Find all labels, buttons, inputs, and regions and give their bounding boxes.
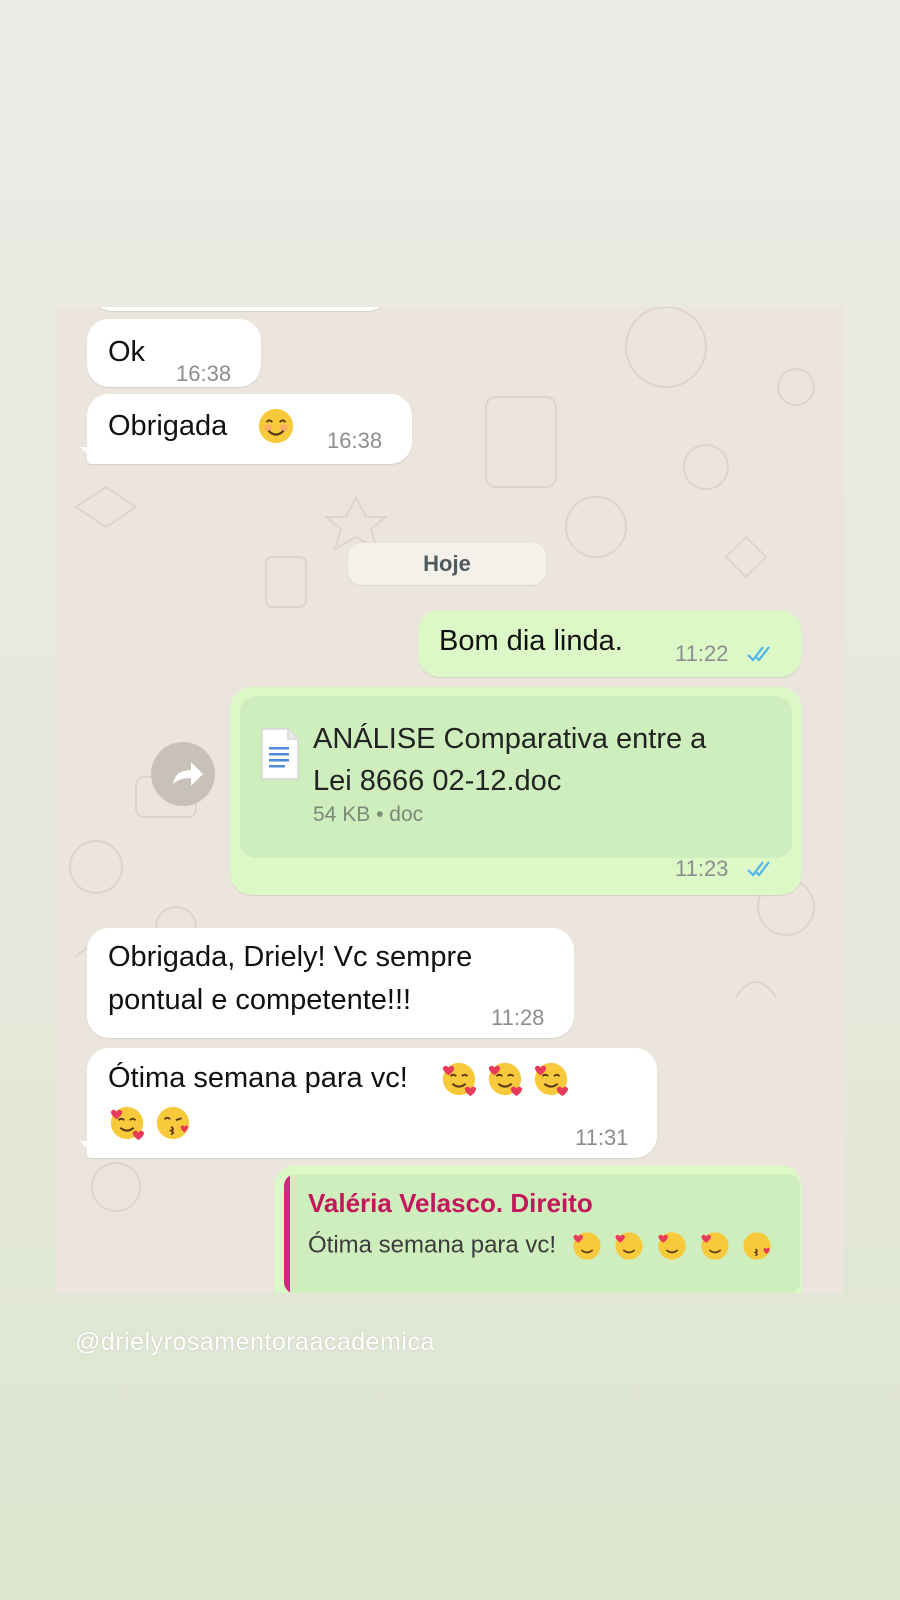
face-blowing-kiss-icon: [743, 1232, 772, 1260]
document-meta: 54 KB • doc: [313, 803, 423, 827]
share-arrow-icon: [173, 762, 203, 786]
document-icon: [261, 728, 299, 780]
smiling-face-with-hearts-icon: [534, 1062, 569, 1097]
smiling-face-with-hearts-icon: [658, 1232, 686, 1260]
date-divider: Hoje: [348, 543, 546, 585]
message-time: 16:38: [176, 361, 232, 386]
message-time: 11:23: [675, 856, 729, 881]
message-bubble-obrigada[interactable]: Obrigada 16:38: [87, 394, 412, 464]
chat-panel[interactable]: Ok 16:38 Obrigada 16:38 Hoje Bom dia lin…: [56, 307, 844, 1293]
read-receipt-icon: [747, 646, 770, 662]
message-time: 16:38: [327, 428, 383, 453]
message-text: Obrigada: [108, 410, 228, 442]
face-blowing-kiss-icon: [156, 1106, 190, 1140]
smiling-face-with-hearts-icon: [442, 1062, 477, 1097]
message-time: 11:31: [575, 1125, 629, 1150]
quoted-text-content: Ótima semana para vc!: [308, 1231, 557, 1259]
quote-accent-bar: [284, 1174, 290, 1293]
partial-message-bubble[interactable]: [90, 307, 390, 311]
message-text: Obrigada, Driely! Vc sempre: [108, 941, 473, 973]
smiling-face-with-hearts-icon: [110, 1106, 145, 1141]
meta-separator: •: [376, 803, 384, 826]
message-bubble-otima-semana[interactable]: Ótima semana para vc! 11:31: [87, 1048, 657, 1158]
message-text: Ok: [108, 336, 146, 368]
document-title-line2: Lei 8666 02-12.doc: [313, 765, 562, 797]
quoted-message[interactable]: Valéria Velasco. Direito Ótima semana pa…: [284, 1174, 800, 1293]
document-title-line1: ANÁLISE Comparativa entre a: [313, 723, 707, 755]
document-size: 54 KB: [313, 803, 371, 826]
document-message-bubble[interactable]: ANÁLISE Comparativa entre a Lei 8666 02-…: [230, 687, 802, 895]
quoted-text: Ótima semana para vc!: [308, 1230, 773, 1262]
forward-button[interactable]: [151, 742, 215, 806]
smiling-face-with-hearts-icon: [573, 1232, 601, 1260]
smiling-face-icon: [258, 408, 294, 444]
message-bubble-bom-dia[interactable]: Bom dia linda. 11:22: [418, 610, 802, 677]
message-text: Ótima semana para vc!: [108, 1062, 408, 1094]
document-type: doc: [389, 803, 424, 826]
date-divider-label: Hoje: [423, 551, 471, 576]
message-text: Bom dia linda.: [439, 625, 623, 657]
message-bubble-ok[interactable]: Ok 16:38: [87, 319, 261, 387]
account-watermark: @drielyrosamentoraacademica: [75, 1328, 435, 1356]
message-bubble-obrigada-driely[interactable]: Obrigada, Driely! Vc sempre pontual e co…: [87, 928, 574, 1038]
smiling-face-with-hearts-icon: [488, 1062, 523, 1097]
message-text-line2: pontual e competente!!!: [108, 984, 412, 1016]
reply-message-bubble[interactable]: Valéria Velasco. Direito Ótima semana pa…: [274, 1165, 802, 1293]
smiling-face-with-hearts-icon: [615, 1232, 644, 1260]
document-attachment[interactable]: ANÁLISE Comparativa entre a Lei 8666 02-…: [240, 696, 792, 858]
quoted-author: Valéria Velasco. Direito: [308, 1188, 593, 1218]
read-receipt-icon: [747, 861, 770, 877]
smiling-face-with-hearts-icon: [701, 1232, 729, 1260]
message-time: 11:28: [491, 1005, 545, 1030]
message-time: 11:22: [675, 641, 729, 666]
document-title: ANÁLISE Comparativa entre a Lei 8666 02-…: [313, 718, 783, 802]
